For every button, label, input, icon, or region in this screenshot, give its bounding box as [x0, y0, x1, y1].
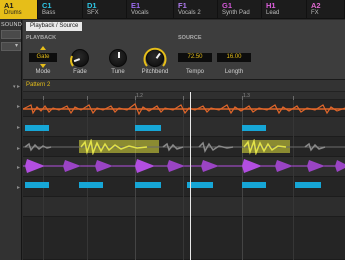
clip-block[interactable] — [25, 125, 49, 131]
pattern-name[interactable]: Pattern 2 — [26, 82, 50, 88]
purple-waveform — [23, 159, 345, 173]
pitchbend-knob-arc — [143, 47, 167, 67]
group-tab-f1[interactable]: F1 Vocals 2 — [174, 0, 218, 19]
grid-line — [293, 100, 294, 260]
group-name: Vocals 2 — [178, 10, 201, 16]
group-name: Lead — [266, 10, 280, 16]
grid-line — [183, 100, 184, 260]
pitchbend-label: Pitchbend — [141, 69, 169, 75]
sound-label: SOUND — [1, 22, 22, 28]
timeline-ruler[interactable]: 1.2 1.3 — [23, 92, 345, 100]
group-id: G1 — [222, 1, 233, 10]
group-tab-a2[interactable]: A2 FX — [307, 0, 345, 19]
length-field[interactable]: 16.00 — [217, 53, 251, 62]
tempo-label: Tempo — [185, 69, 204, 75]
lane-row[interactable] — [23, 217, 345, 260]
mode-up-arrow-icon[interactable] — [40, 46, 46, 50]
pattern-menu-icon[interactable]: ▾ — [13, 84, 16, 90]
clip-block[interactable] — [135, 182, 161, 188]
playhead[interactable] — [190, 92, 191, 260]
group-id: F1 — [178, 1, 187, 10]
group-name: Vocals — [131, 10, 149, 16]
group-bar: A1 Drums C1 Bass D1 SFX E1 Vocals F1 Vocals 2 G1 Sy… — [0, 0, 345, 19]
lane-row[interactable] — [23, 117, 345, 137]
source-section-title: SOURCE — [178, 35, 202, 41]
grid-line — [242, 100, 243, 260]
group-id: D1 — [87, 1, 97, 10]
playback-section-title: PLAYBACK — [26, 35, 57, 41]
group-name: SFX — [87, 10, 99, 16]
clip-block[interactable] — [79, 182, 103, 188]
sampler-control-panel: Playback / Source PLAYBACK SOURCE Gate M… — [23, 20, 345, 80]
tempo-field[interactable]: 72.50 — [178, 53, 212, 62]
tune-knob-pointer — [118, 52, 120, 58]
lane-row[interactable] — [23, 197, 345, 217]
group-id: H1 — [266, 1, 276, 10]
clip-block[interactable] — [135, 125, 161, 131]
group-name: Synth Pad — [222, 10, 250, 16]
group-name: FX — [311, 10, 319, 16]
clip-block[interactable] — [295, 182, 321, 188]
group-id: C1 — [42, 1, 52, 10]
group-tab-g1[interactable]: G1 Synth Pad — [218, 0, 262, 19]
fade-label: Fade — [73, 69, 87, 75]
ruler-mark: 1.3 — [243, 93, 250, 99]
length-label: Length — [224, 69, 244, 75]
lane-arrow-icon[interactable]: ▸ — [17, 84, 20, 90]
lane-arrow-icon[interactable]: ▸ — [17, 165, 20, 171]
tab-playback-source[interactable]: Playback / Source — [26, 22, 83, 31]
pattern-header: Pattern 2 — [23, 80, 345, 92]
group-name: Drums — [4, 10, 22, 16]
ruler-mark: 1.2 — [136, 93, 143, 99]
lane-arrow-icon[interactable]: ▸ — [17, 185, 20, 191]
mode-down-arrow-icon[interactable] — [40, 64, 46, 68]
tune-knob[interactable] — [109, 49, 127, 67]
sound-menu-button[interactable]: ▾ — [1, 42, 21, 51]
vocal-waveform — [23, 139, 345, 155]
clip-block[interactable] — [242, 182, 266, 188]
group-tab-h1[interactable]: H1 Lead — [262, 0, 307, 19]
group-id: E1 — [131, 1, 141, 10]
group-tab-a1[interactable]: A1 Drums — [0, 0, 38, 19]
group-tab-e1[interactable]: E1 Vocals — [127, 0, 174, 19]
fade-knob-arc — [70, 55, 74, 67]
chevron-down-icon: ▾ — [14, 43, 18, 49]
lane-arrow-icon[interactable]: ▸ — [17, 146, 20, 152]
orange-waveform — [23, 103, 345, 116]
sound-slot-button[interactable] — [1, 30, 21, 39]
tune-label: Tune — [111, 69, 125, 75]
grid-line — [135, 100, 136, 260]
group-tab-d1[interactable]: D1 SFX — [83, 0, 127, 19]
group-id: A1 — [4, 1, 14, 10]
pattern-editor[interactable] — [23, 100, 345, 260]
group-id: A2 — [311, 1, 321, 10]
grid-line — [43, 100, 44, 260]
group-tab-c1[interactable]: C1 Bass — [38, 0, 83, 19]
mode-label: Mode — [35, 69, 51, 75]
left-sound-strip: SOUND ▾ ▸ ▸ ▸ ▸ ▸ ▸ — [0, 20, 22, 260]
clip-block[interactable] — [25, 182, 49, 188]
mode-selector[interactable]: Gate — [29, 53, 57, 62]
lane-arrow-icon[interactable]: ▸ — [17, 104, 20, 110]
group-name: Bass — [42, 10, 56, 16]
lane-arrow-icon[interactable]: ▸ — [17, 125, 20, 131]
clip-block[interactable] — [242, 125, 266, 131]
grid-line — [87, 100, 88, 260]
